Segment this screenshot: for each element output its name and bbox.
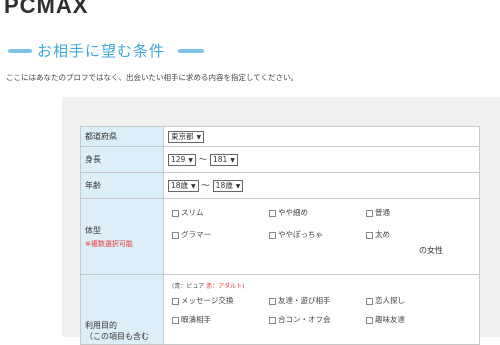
pcmax-logo[interactable]: PCMAX — [4, 0, 88, 19]
purpose-option-friends[interactable]: 友達・遊び相手 — [269, 295, 331, 306]
checkbox[interactable] — [269, 316, 276, 324]
option-label: 普通 — [375, 208, 390, 217]
option-label: 太め — [375, 230, 390, 239]
checkbox[interactable] — [366, 231, 373, 239]
age-label: 年齢 — [80, 172, 164, 199]
option-label: 趣味友達 — [375, 315, 405, 324]
page-title: お相手に望む条件 — [37, 42, 166, 60]
partner-conditions-form: 都道府県 東京都 ▼ 身長 129 ▼ ～ 181 ▼ 年齢 18歳 ▼ ～ 18歳 ▼ — [80, 126, 480, 345]
body-type-option-glamour[interactable]: グラマー — [172, 229, 211, 240]
height-label: 身長 — [80, 146, 164, 173]
purpose-label-cell: 利用目的 （この項目も含む — [80, 274, 164, 345]
option-label: グラマー — [181, 230, 211, 239]
purpose-option-pastime[interactable]: 暇潰相手 — [172, 314, 211, 325]
option-label: 恋人探し — [375, 296, 405, 305]
purpose-options: (青：ピュア 赤：アダルト) メッセージ交換 友達・遊び相手 恋人探し 暇潰相手… — [163, 274, 480, 345]
age-min-select[interactable]: 18歳 ▼ — [168, 179, 199, 192]
title-decoration-right — [178, 49, 204, 53]
chevron-down-icon: ▼ — [196, 133, 202, 141]
body-type-option-normal[interactable]: 普通 — [366, 207, 390, 218]
legend-blue: (青：ピュア — [172, 283, 205, 290]
height-max-value: 181 — [212, 154, 228, 164]
age-separator: ～ — [201, 181, 210, 190]
height-min-value: 129 — [171, 154, 186, 164]
purpose-option-lover[interactable]: 恋人探し — [366, 295, 405, 306]
multiple-select-note: ※複数選択可能 — [85, 239, 133, 248]
chevron-down-icon: ▼ — [188, 156, 193, 164]
body-type-options: スリム やや細め 普通 グラマー ややぽっちゃ 太め の女性 — [163, 198, 480, 275]
page-description: ここにはあなたのプロフではなく、出会いたい相手に求める内容を指定してください。 — [6, 73, 299, 82]
checkbox[interactable] — [269, 297, 276, 305]
chevron-down-icon: ▼ — [230, 156, 235, 164]
body-type-label-cell: 体型 ※複数選択可能 — [80, 198, 164, 275]
body-type-suffix: の女性 — [419, 246, 443, 255]
prefecture-label: 都道府県 — [80, 126, 164, 147]
checkbox[interactable] — [172, 297, 179, 305]
height-separator: ～ — [198, 155, 207, 164]
prefecture-select[interactable]: 東京都 ▼ — [168, 130, 205, 143]
title-decoration-left — [8, 49, 32, 53]
checkbox[interactable] — [269, 231, 276, 239]
body-type-option-chubby[interactable]: ややぽっちゃ — [269, 229, 323, 240]
option-label: 合コン・オフ会 — [278, 315, 331, 324]
purpose-legend: (青：ピュア 赤：アダルト) — [172, 281, 245, 290]
option-label: 暇潰相手 — [181, 315, 211, 324]
option-label: スリム — [181, 208, 204, 217]
purpose-option-message[interactable]: メッセージ交換 — [172, 295, 233, 306]
purpose-option-party[interactable]: 合コン・オフ会 — [269, 314, 331, 325]
purpose-option-hobby[interactable]: 趣味友達 — [366, 314, 405, 325]
checkbox[interactable] — [172, 209, 179, 217]
prefecture-value: 東京都 — [171, 131, 194, 141]
page-title-row: お相手に望む条件 — [8, 40, 498, 62]
age-max-select[interactable]: 18歳 ▼ — [212, 179, 244, 192]
height-min-select[interactable]: 129 ▼ — [168, 153, 196, 166]
checkbox[interactable] — [269, 209, 276, 217]
age-min-value: 18歳 — [171, 180, 189, 190]
checkbox[interactable] — [366, 297, 373, 305]
age-max-value: 18歳 — [215, 180, 233, 190]
purpose-label: 利用目的 — [85, 321, 117, 330]
body-type-label: 体型 — [85, 225, 101, 235]
checkbox[interactable] — [366, 316, 373, 324]
option-label: 友達・遊び相手 — [278, 296, 331, 305]
checkbox[interactable] — [366, 209, 373, 217]
chevron-down-icon: ▼ — [235, 182, 241, 190]
body-type-option-heavy[interactable]: 太め — [366, 229, 390, 240]
height-max-select[interactable]: 181 ▼ — [209, 153, 238, 166]
checkbox[interactable] — [172, 231, 179, 239]
body-type-option-slim[interactable]: スリム — [172, 207, 204, 218]
legend-pink: 赤：アダルト) — [206, 283, 245, 290]
checkbox[interactable] — [172, 316, 179, 324]
option-label: やや細め — [278, 208, 308, 217]
option-label: ややぽっちゃ — [278, 230, 323, 239]
body-type-option-slightly-slim[interactable]: やや細め — [269, 207, 308, 218]
purpose-label-sub: （この項目も含む — [85, 332, 149, 341]
option-label: メッセージ交換 — [181, 296, 234, 305]
chevron-down-icon: ▼ — [191, 182, 196, 190]
